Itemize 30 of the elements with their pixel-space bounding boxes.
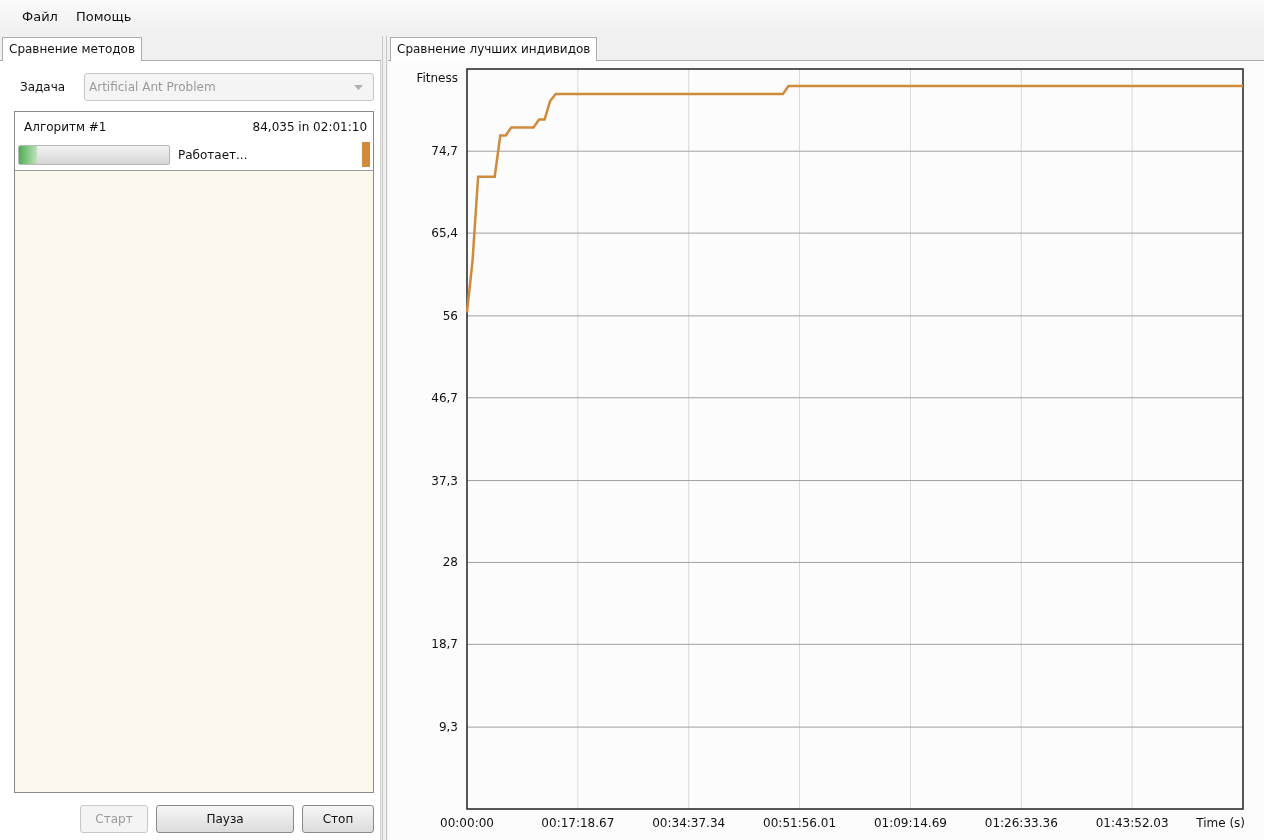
- x-axis-label: 00:51:56.01: [763, 816, 837, 830]
- menu-item[interactable]: Помощь: [67, 5, 140, 27]
- algorithm-name: Алгоритм #1: [24, 120, 107, 134]
- tab[interactable]: Сравнение методов: [2, 37, 142, 61]
- y-axis-label: 65,4: [431, 226, 458, 241]
- y-axis-label: 74,7: [431, 144, 458, 159]
- y-axis-title: Fitness: [416, 71, 458, 85]
- x-axis-label: 00:00:00: [440, 816, 494, 830]
- tab[interactable]: Сравнение лучших индивидов: [390, 37, 598, 61]
- x-axis-label: 00:17:18.67: [541, 816, 615, 830]
- algorithm-item[interactable]: Алгоритм #1 84,035 in 02:01:10 Работает...: [15, 112, 373, 171]
- start-button: Старт: [80, 805, 148, 833]
- algorithm-status: Работает...: [178, 147, 249, 162]
- y-axis-label: 46,7: [431, 390, 458, 405]
- dropdown-arrow-icon: [354, 84, 363, 90]
- x-axis-label: 01:09:14.69: [873, 816, 947, 830]
- algorithm-result: 84,035 in 02:01:10: [252, 120, 367, 134]
- x-axis-label: 00:34:37.34: [652, 816, 726, 830]
- menu-item[interactable]: Файл: [14, 5, 66, 27]
- y-axis-label: 9,3: [438, 720, 458, 735]
- x-axis-label: 01:43:52.03: [1095, 816, 1169, 830]
- task-label: Задача: [20, 80, 67, 94]
- stop-button[interactable]: Стоп: [302, 805, 374, 833]
- y-axis-label: 37,3: [431, 473, 458, 488]
- y-axis-label: 28: [442, 555, 458, 570]
- y-axis-label: 56: [442, 308, 458, 323]
- x-axis-label: 01:26:33.36: [984, 816, 1058, 830]
- pause-button[interactable]: Пауза: [156, 805, 294, 833]
- x-axis-title: Time (s): [1196, 816, 1245, 830]
- y-axis-label: 18,7: [431, 637, 458, 652]
